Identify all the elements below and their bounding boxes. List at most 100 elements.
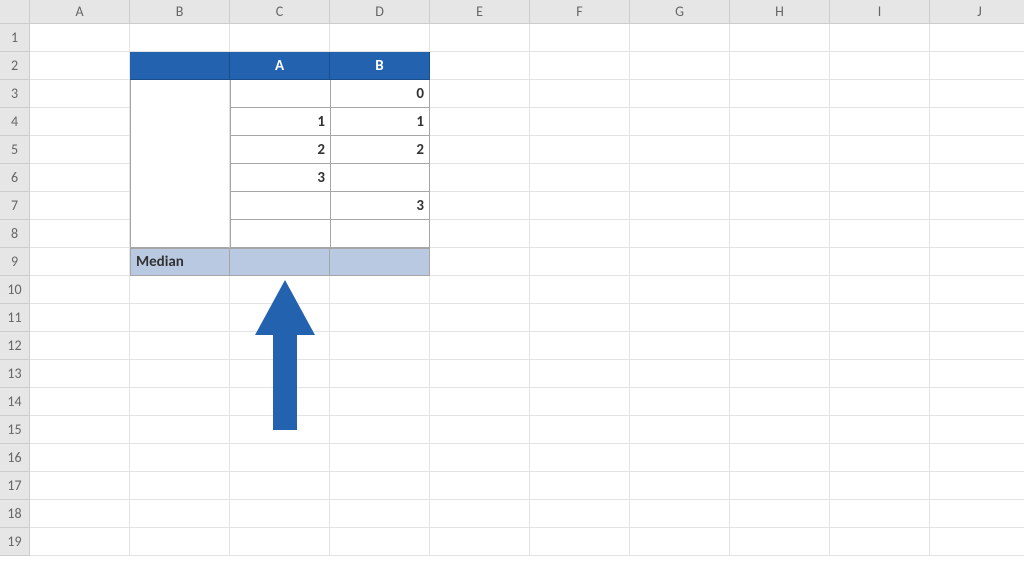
cell-D6[interactable] — [330, 164, 430, 192]
cell-B14[interactable] — [130, 388, 230, 416]
row-header-1[interactable]: 1 — [0, 24, 30, 52]
cell-J15[interactable] — [930, 416, 1024, 444]
cell-F7[interactable] — [530, 192, 630, 220]
cell-B16[interactable] — [130, 444, 230, 472]
cell-D19[interactable] — [330, 528, 430, 556]
cell-H1[interactable] — [730, 24, 830, 52]
cell-E11[interactable] — [430, 304, 530, 332]
cell-F8[interactable] — [530, 220, 630, 248]
cell-E1[interactable] — [430, 24, 530, 52]
cell-I9[interactable] — [830, 248, 930, 276]
cell-D16[interactable] — [330, 444, 430, 472]
data-header-a[interactable]: A — [230, 52, 330, 80]
cell-E9[interactable] — [430, 248, 530, 276]
cell-F18[interactable] — [530, 500, 630, 528]
col-header-F[interactable]: F — [530, 0, 630, 24]
cell-A3[interactable] — [30, 80, 130, 108]
cell-F11[interactable] — [530, 304, 630, 332]
cell-D11[interactable] — [330, 304, 430, 332]
cell-D3[interactable]: 0 — [330, 80, 430, 108]
row-header-14[interactable]: 14 — [0, 388, 30, 416]
cell-C10[interactable] — [230, 276, 330, 304]
cell-F17[interactable] — [530, 472, 630, 500]
cell-D15[interactable] — [330, 416, 430, 444]
cell-H5[interactable] — [730, 136, 830, 164]
cell-G14[interactable] — [630, 388, 730, 416]
row-header-2[interactable]: 2 — [0, 52, 30, 80]
cell-A15[interactable] — [30, 416, 130, 444]
col-header-E[interactable]: E — [430, 0, 530, 24]
cell-A12[interactable] — [30, 332, 130, 360]
data-header-blank[interactable] — [130, 52, 230, 80]
cell-G1[interactable] — [630, 24, 730, 52]
cell-I16[interactable] — [830, 444, 930, 472]
cell-J4[interactable] — [930, 108, 1024, 136]
row-header-13[interactable]: 13 — [0, 360, 30, 388]
cell-B6[interactable] — [130, 164, 230, 192]
cell-F19[interactable] — [530, 528, 630, 556]
cell-E18[interactable] — [430, 500, 530, 528]
cell-D14[interactable] — [330, 388, 430, 416]
cell-J10[interactable] — [930, 276, 1024, 304]
cell-E7[interactable] — [430, 192, 530, 220]
cell-C14[interactable] — [230, 388, 330, 416]
cell-J3[interactable] — [930, 80, 1024, 108]
cell-E4[interactable] — [430, 108, 530, 136]
cell-E17[interactable] — [430, 472, 530, 500]
cell-B7[interactable] — [130, 192, 230, 220]
cell-F3[interactable] — [530, 80, 630, 108]
cell-D17[interactable] — [330, 472, 430, 500]
cell-B17[interactable] — [130, 472, 230, 500]
cell-D7[interactable]: 3 — [330, 192, 430, 220]
cell-J2[interactable] — [930, 52, 1024, 80]
cell-G4[interactable] — [630, 108, 730, 136]
cell-A18[interactable] — [30, 500, 130, 528]
cell-G5[interactable] — [630, 136, 730, 164]
col-header-C[interactable]: C — [230, 0, 330, 24]
cell-E5[interactable] — [430, 136, 530, 164]
row-header-7[interactable]: 7 — [0, 192, 30, 220]
cell-H9[interactable] — [730, 248, 830, 276]
cell-E8[interactable] — [430, 220, 530, 248]
median-value-a[interactable] — [230, 248, 330, 276]
cell-F1[interactable] — [530, 24, 630, 52]
cell-E19[interactable] — [430, 528, 530, 556]
cell-G3[interactable] — [630, 80, 730, 108]
cell-E2[interactable] — [430, 52, 530, 80]
cell-A4[interactable] — [30, 108, 130, 136]
cell-B10[interactable] — [130, 276, 230, 304]
cell-H16[interactable] — [730, 444, 830, 472]
cell-C16[interactable] — [230, 444, 330, 472]
cell-C15[interactable] — [230, 416, 330, 444]
cell-F13[interactable] — [530, 360, 630, 388]
cell-E14[interactable] — [430, 388, 530, 416]
cell-J18[interactable] — [930, 500, 1024, 528]
cell-I10[interactable] — [830, 276, 930, 304]
cell-F2[interactable] — [530, 52, 630, 80]
cell-I6[interactable] — [830, 164, 930, 192]
cell-B13[interactable] — [130, 360, 230, 388]
cell-G17[interactable] — [630, 472, 730, 500]
cell-F15[interactable] — [530, 416, 630, 444]
cell-I2[interactable] — [830, 52, 930, 80]
cell-G13[interactable] — [630, 360, 730, 388]
row-header-10[interactable]: 10 — [0, 276, 30, 304]
median-value-b[interactable] — [330, 248, 430, 276]
row-header-18[interactable]: 18 — [0, 500, 30, 528]
cell-I8[interactable] — [830, 220, 930, 248]
cell-A6[interactable] — [30, 164, 130, 192]
cell-C5[interactable]: 2 — [230, 136, 330, 164]
cell-A19[interactable] — [30, 528, 130, 556]
cell-E3[interactable] — [430, 80, 530, 108]
cell-C18[interactable] — [230, 500, 330, 528]
cell-C17[interactable] — [230, 472, 330, 500]
cell-D18[interactable] — [330, 500, 430, 528]
col-header-J[interactable]: J — [930, 0, 1024, 24]
row-header-16[interactable]: 16 — [0, 444, 30, 472]
cell-H19[interactable] — [730, 528, 830, 556]
cell-C11[interactable] — [230, 304, 330, 332]
cell-J13[interactable] — [930, 360, 1024, 388]
cell-I3[interactable] — [830, 80, 930, 108]
cell-A13[interactable] — [30, 360, 130, 388]
cell-I18[interactable] — [830, 500, 930, 528]
